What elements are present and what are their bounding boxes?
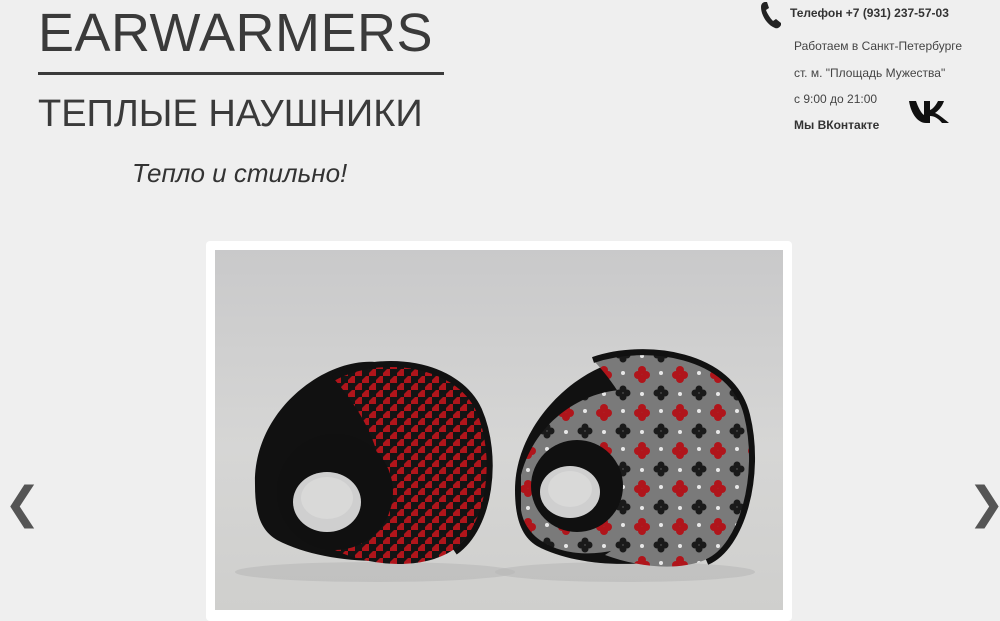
logo-subtitle: ТЕПЛЫЕ НАУШНИКИ xyxy=(38,93,423,135)
vk-link[interactable]: Мы ВКонтакте xyxy=(794,118,879,132)
slogan: Тепло и стильно! xyxy=(132,158,348,188)
slider-prev-button[interactable]: ❮ xyxy=(4,474,41,534)
working-hours: с 9:00 до 21:00 xyxy=(794,92,878,106)
vk-logo-icon[interactable] xyxy=(908,98,950,124)
phone-number[interactable]: Телефон +7 (931) 237-57-03 xyxy=(790,6,949,20)
earmuffs-photo xyxy=(215,250,783,610)
site-logo[interactable]: EARWARMERS ТЕПЛЫЕ НАУШНИКИ xyxy=(38,4,444,136)
metro-station: ст. м. "Площадь Мужества" xyxy=(794,66,946,80)
logo-title: EARWARMERS xyxy=(38,3,434,63)
image-slider xyxy=(206,241,792,621)
phone-icon xyxy=(761,2,781,29)
work-city: Работаем в Санкт-Петербурге xyxy=(794,39,963,53)
slider-next-button[interactable]: ❯ xyxy=(968,474,1000,534)
logo-divider xyxy=(38,72,444,75)
